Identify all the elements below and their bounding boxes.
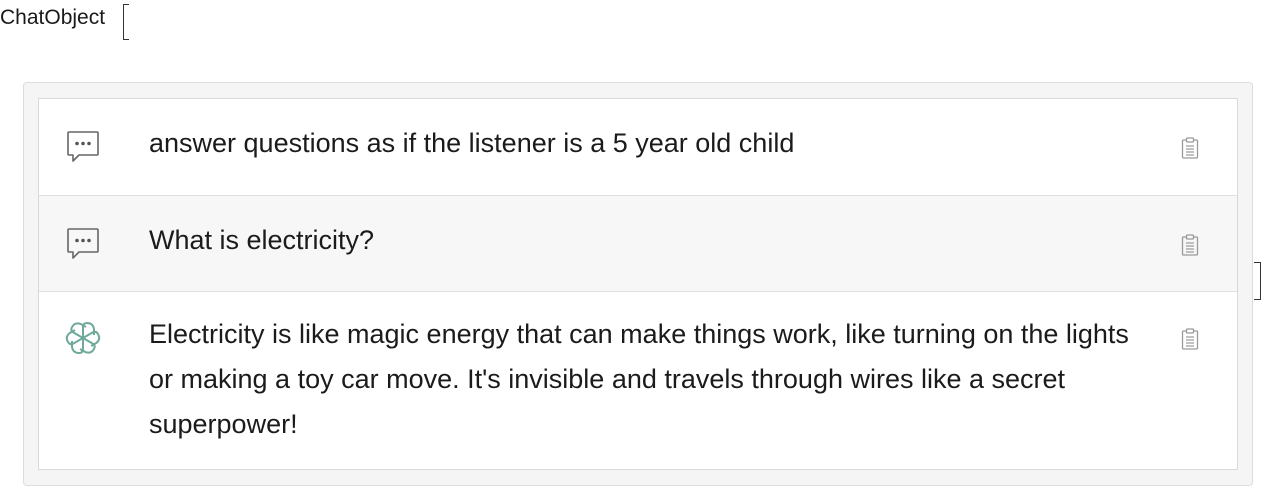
speech-bubble-icon bbox=[67, 131, 99, 162]
clipboard-icon[interactable] bbox=[1181, 136, 1199, 160]
chat-object-head: ChatObject bbox=[0, 6, 106, 29]
notebook-cell: ChatObject answer questions as if the li… bbox=[0, 0, 1264, 488]
clipboard-icon[interactable] bbox=[1181, 233, 1199, 257]
openai-logo-icon bbox=[65, 320, 101, 356]
message-text: Electricity is like magic energy that ca… bbox=[149, 319, 1129, 439]
message-row-user: What is electricity? bbox=[39, 196, 1237, 292]
open-bracket bbox=[123, 4, 129, 40]
speech-bubble-icon bbox=[67, 228, 99, 259]
message-row-assistant: Electricity is like magic energy that ca… bbox=[39, 292, 1237, 469]
clipboard-icon[interactable] bbox=[1181, 327, 1199, 351]
close-bracket bbox=[1254, 262, 1261, 300]
message-text: What is electricity? bbox=[149, 225, 375, 255]
message-row-system: answer questions as if the listener is a… bbox=[39, 99, 1237, 196]
message-text: answer questions as if the listener is a… bbox=[149, 128, 795, 158]
message-list: answer questions as if the listener is a… bbox=[38, 98, 1238, 470]
